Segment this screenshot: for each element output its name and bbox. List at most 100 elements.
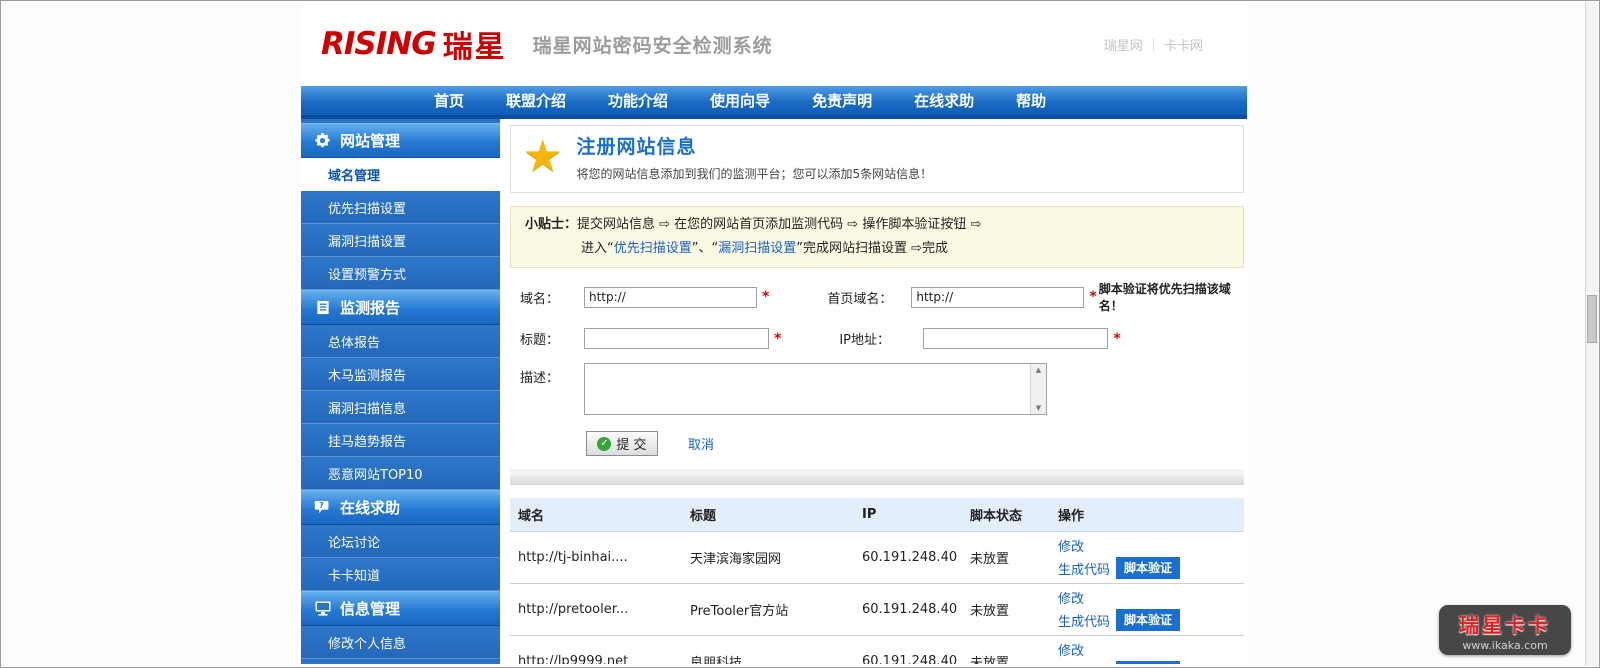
row-script-status: 未放置 xyxy=(970,652,1058,664)
required-mark: * xyxy=(1113,331,1120,347)
description-textarea[interactable] xyxy=(585,364,1030,414)
rising-logo-en: RISING xyxy=(321,26,436,62)
kaka-badge-url: www.ikaka.com xyxy=(1462,639,1547,652)
generate-code-link[interactable]: 生成代码 xyxy=(1058,611,1110,630)
row-ip: 60.191.248.40 xyxy=(862,550,970,565)
script-verify-button[interactable]: 脚本验证 xyxy=(1116,609,1180,631)
sidebar-item-kaka-knows[interactable]: 卡卡知道 xyxy=(301,558,500,591)
sidebar-item-trojan-monitor-report[interactable]: 木马监测报告 xyxy=(301,358,500,391)
nav-item-disclaimer[interactable]: 免责声明 xyxy=(791,90,893,111)
sidebar-item-overall-report[interactable]: 总体报告 xyxy=(301,325,500,358)
sidebar-section-title: 监测报告 xyxy=(340,297,400,318)
tip-line-1: 小贴士：提交网站信息 ⇨ 在您的网站首页添加监测代码 ⇨ 操作脚本验证按钮 ⇨ xyxy=(525,213,1229,237)
form-buttons-row: ✓ 提 交 取消 xyxy=(586,431,1244,456)
domain-input[interactable] xyxy=(584,287,757,308)
link-rising-site[interactable]: 瑞星网 xyxy=(1104,39,1143,54)
nav-item-home[interactable]: 首页 xyxy=(413,90,485,111)
browser-viewport: RISING 瑞星 瑞星网站密码安全检测系统 瑞星网 ｜ 卡卡网 首页 联盟介绍… xyxy=(0,0,1600,668)
content-area: 网站管理 域名管理 优先扫描设置 漏洞扫描设置 设置预警方式 监测报告 总体报告… xyxy=(301,119,1247,664)
sidebar-section-monitor-reports[interactable]: 监测报告 xyxy=(301,290,500,325)
page-title: 注册网站信息 xyxy=(576,132,932,159)
title-input[interactable] xyxy=(584,328,769,349)
table-row: http://lp9999.net 良朋科技 60.191.248.40 未放置… xyxy=(510,636,1244,664)
submit-button[interactable]: ✓ 提 交 xyxy=(586,431,658,456)
sidebar-item-trojan-trend-report[interactable]: 挂马趋势报告 xyxy=(301,424,500,457)
register-info-text: 注册网站信息 将您的网站信息添加到我们的监测平台；您可以添加5条网站信息！ xyxy=(576,132,932,182)
home-domain-label: 首页域名： xyxy=(827,288,911,307)
report-icon xyxy=(314,300,331,316)
sidebar-section-info-management[interactable]: 信息管理 xyxy=(301,591,500,626)
ip-input[interactable] xyxy=(923,328,1108,349)
link-kaka-site[interactable]: 卡卡网 xyxy=(1164,39,1203,54)
sidebar-item-edit-personal-info[interactable]: 修改个人信息 xyxy=(301,626,500,659)
submit-button-label: 提 交 xyxy=(616,434,646,453)
cancel-link[interactable]: 取消 xyxy=(688,434,714,453)
domains-table: 域名 标题 IP 脚本状态 操作 http://tj-binhai.... 天津… xyxy=(510,498,1244,664)
nav-item-help[interactable]: 帮助 xyxy=(995,90,1067,111)
script-verify-button[interactable]: 脚本验证 xyxy=(1116,661,1180,664)
sidebar-section-title: 在线求助 xyxy=(340,497,400,518)
sidebar-section-site-management[interactable]: 网站管理 xyxy=(301,123,500,158)
modify-link[interactable]: 修改 xyxy=(1058,536,1084,555)
kaka-watermark-badge: 瑞星卡卡 www.ikaka.com xyxy=(1439,605,1571,655)
required-mark: * xyxy=(774,331,781,347)
app-title: 瑞星网站密码安全检测系统 xyxy=(533,31,773,58)
generate-code-link[interactable]: 生成代码 xyxy=(1058,663,1110,664)
form-row-title-ip: 标题： * IP地址： * xyxy=(520,328,1244,349)
page-subtitle: 将您的网站信息添加到我们的监测平台；您可以添加5条网站信息！ xyxy=(576,165,932,182)
scrollbar-thumb[interactable] xyxy=(1587,295,1597,343)
sidebar-item-domain-management[interactable]: 域名管理 xyxy=(301,158,500,191)
scroll-down-arrow-icon[interactable]: ▼ xyxy=(1036,404,1041,412)
gears-icon xyxy=(314,133,331,149)
nav-item-online-help[interactable]: 在线求助 xyxy=(893,90,995,111)
row-domain: http://lp9999.net xyxy=(510,654,690,664)
description-field-wrapper: ▲▼ xyxy=(584,363,1047,415)
modify-link[interactable]: 修改 xyxy=(1058,588,1084,607)
computer-icon xyxy=(314,601,331,617)
row-ip: 60.191.248.40 xyxy=(862,602,970,617)
nav-item-alliance-intro[interactable]: 联盟介绍 xyxy=(485,90,587,111)
row-domain: http://pretooler... xyxy=(510,602,690,617)
textarea-scrollbar[interactable]: ▲▼ xyxy=(1030,364,1046,414)
check-circle-icon: ✓ xyxy=(597,437,611,451)
col-header-title: 标题 xyxy=(690,505,862,524)
nav-item-features[interactable]: 功能介绍 xyxy=(587,90,689,111)
sidebar-item-forum-discussion[interactable]: 论坛讨论 xyxy=(301,525,500,558)
row-actions: 修改 生成代码 脚本验证 xyxy=(1058,584,1244,635)
col-header-script-status: 脚本状态 xyxy=(970,505,1058,524)
sidebar-item-vuln-scan-settings[interactable]: 漏洞扫描设置 xyxy=(301,224,500,257)
sidebar-item-priority-scan-settings[interactable]: 优先扫描设置 xyxy=(301,191,500,224)
vuln-scan-settings-link[interactable]: 漏洞扫描设置 xyxy=(718,241,796,256)
scroll-up-arrow-icon[interactable]: ▲ xyxy=(1036,366,1041,374)
domain-label: 域名： xyxy=(520,288,584,307)
sidebar-section-online-help[interactable]: ? 在线求助 xyxy=(301,490,500,525)
row-actions: 修改 生成代码 脚本验证 xyxy=(1058,636,1244,664)
home-domain-input[interactable] xyxy=(911,287,1084,308)
sidebar-item-alert-settings[interactable]: 设置预警方式 xyxy=(301,257,500,290)
sidebar-item-malicious-top10[interactable]: 恶意网站TOP10 xyxy=(301,457,500,490)
sidebar: 网站管理 域名管理 优先扫描设置 漏洞扫描设置 设置预警方式 监测报告 总体报告… xyxy=(301,119,500,664)
tip-line1-text: 提交网站信息 ⇨ 在您的网站首页添加监测代码 ⇨ 操作脚本验证按钮 ⇨ xyxy=(577,217,981,232)
priority-scan-settings-link[interactable]: 优先扫描设置 xyxy=(614,241,692,256)
tip-line2-mid: ”、“ xyxy=(692,241,718,256)
tip-box: 小贴士：提交网站信息 ⇨ 在您的网站首页添加监测代码 ⇨ 操作脚本验证按钮 ⇨ … xyxy=(510,206,1244,268)
sidebar-section-title: 网站管理 xyxy=(340,130,400,151)
sidebar-item-vuln-scan-info[interactable]: 漏洞扫描信息 xyxy=(301,391,500,424)
col-header-ip: IP xyxy=(862,507,970,522)
nav-item-guide[interactable]: 使用向导 xyxy=(689,90,791,111)
modify-link[interactable]: 修改 xyxy=(1058,640,1084,659)
script-verify-button[interactable]: 脚本验证 xyxy=(1116,557,1180,579)
svg-text:?: ? xyxy=(319,501,324,510)
row-actions: 修改 生成代码 脚本验证 xyxy=(1058,532,1244,583)
tip-line2-suffix: ”完成网站扫描设置 ⇨完成 xyxy=(796,241,948,256)
table-header-row: 域名 标题 IP 脚本状态 操作 xyxy=(510,498,1244,532)
generate-code-link[interactable]: 生成代码 xyxy=(1058,559,1110,578)
required-mark: * xyxy=(762,289,769,305)
register-info-panel: ★ 注册网站信息 将您的网站信息添加到我们的监测平台；您可以添加5条网站信息！ xyxy=(510,125,1244,193)
actions-line-2: 生成代码 脚本验证 xyxy=(1058,661,1244,664)
vertical-scrollbar[interactable] xyxy=(1585,2,1598,666)
sidebar-section-title: 信息管理 xyxy=(340,598,400,619)
page-container: RISING 瑞星 瑞星网站密码安全检测系统 瑞星网 ｜ 卡卡网 首页 联盟介绍… xyxy=(301,2,1247,668)
site-header: RISING 瑞星 瑞星网站密码安全检测系统 瑞星网 ｜ 卡卡网 xyxy=(301,2,1247,86)
required-mark: * xyxy=(1089,289,1096,305)
